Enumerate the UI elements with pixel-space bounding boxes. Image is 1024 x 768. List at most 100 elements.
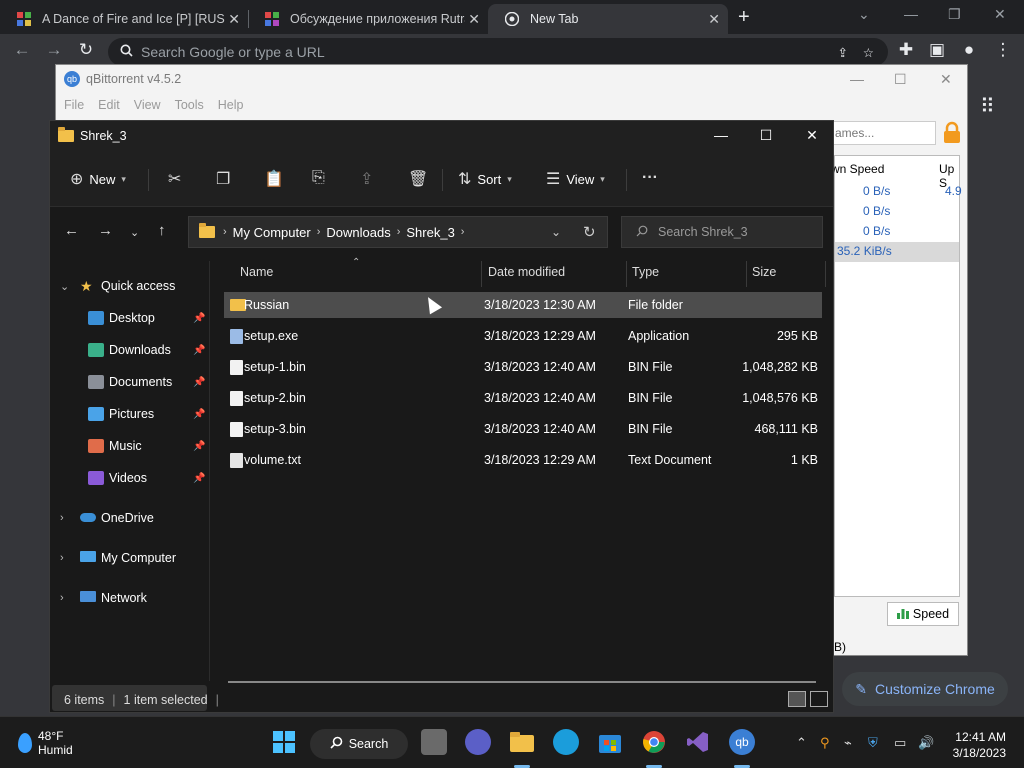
pin-icon[interactable]: 📌 — [193, 345, 205, 356]
qb-menu-tools[interactable]: Tools — [175, 98, 204, 112]
tab-close-icon[interactable]: ✕ — [708, 11, 720, 28]
column-header-type[interactable]: Type — [632, 265, 659, 279]
visual-studio-icon[interactable] — [685, 729, 711, 755]
sidebar-item-music[interactable]: Music 📌 — [50, 433, 208, 459]
weather-widget[interactable]: 48°F Humid — [18, 729, 73, 757]
chrome-tab-newtab[interactable]: New Tab ✕ — [488, 4, 728, 34]
task-view-icon[interactable] — [421, 729, 447, 755]
explorer-search-input[interactable]: Search Shrek_3 — [621, 216, 823, 248]
cut-button[interactable]: ✂ — [168, 169, 181, 189]
lock-icon[interactable] — [942, 121, 962, 145]
sidebar-item-downloads[interactable]: Downloads 📌 — [50, 337, 208, 363]
display-icon[interactable]: ▭ — [894, 735, 906, 751]
restore-icon[interactable]: ❐ — [948, 6, 961, 23]
start-button[interactable] — [271, 729, 297, 755]
search-tray-icon[interactable]: ⚲ — [820, 735, 830, 751]
column-header-date[interactable]: Date modified — [488, 265, 565, 279]
omnibox[interactable]: Search Google or type a URL ⇪ ☆ — [108, 38, 888, 66]
file-row[interactable]: setup-3.bin 3/18/2023 12:40 AM BIN File 468… — [224, 416, 822, 442]
chrome-tab-rutracker[interactable]: Обсуждение приложения Rutra ✕ — [248, 4, 488, 34]
tab-close-icon[interactable]: ✕ — [468, 11, 480, 28]
qb-minimize-icon[interactable]: — — [850, 71, 864, 87]
column-divider[interactable] — [825, 261, 826, 287]
new-tab-button[interactable]: + — [738, 6, 750, 29]
store-icon[interactable] — [597, 729, 623, 755]
up-icon[interactable]: ↑ — [158, 222, 166, 239]
qb-col-down-speed[interactable]: wn Speed — [831, 162, 884, 176]
new-button[interactable]: ⊕ New ▾ — [70, 169, 126, 189]
share-icon[interactable]: ⇪ — [838, 45, 848, 60]
qb-maximize-icon[interactable]: ☐ — [894, 71, 907, 88]
column-header-size[interactable]: Size — [752, 265, 776, 279]
file-row[interactable]: setup-1.bin 3/18/2023 12:40 AM BIN File 1,0… — [224, 354, 822, 380]
column-header-name[interactable]: Name — [240, 265, 273, 279]
minimize-icon[interactable]: — — [706, 127, 736, 143]
more-options-button[interactable]: ··· — [642, 169, 658, 187]
teams-chat-icon[interactable] — [465, 729, 491, 755]
volume-icon[interactable]: 🔊 — [918, 735, 934, 751]
qb-menu-file[interactable]: File — [64, 98, 84, 112]
sidebar-item-network[interactable]: › Network — [50, 585, 208, 611]
sidebar-item-quick-access[interactable]: ⌄ ★ Quick access — [50, 273, 208, 299]
sort-button[interactable]: ⇅ Sort ▾ — [458, 169, 512, 189]
forward-icon[interactable]: → — [98, 222, 113, 239]
bookmark-star-icon[interactable]: ☆ — [863, 45, 874, 60]
breadcrumb-shrek3[interactable]: Shrek_3 — [406, 225, 454, 240]
details-view-icon[interactable] — [788, 691, 806, 707]
qb-close-icon[interactable]: ✕ — [940, 71, 952, 88]
file-row[interactable]: setup-2.bin 3/18/2023 12:40 AM BIN File 1,0… — [224, 385, 822, 411]
tiles-view-icon[interactable] — [810, 691, 828, 707]
qb-menu-edit[interactable]: Edit — [98, 98, 120, 112]
pin-icon[interactable]: 📌 — [193, 377, 205, 388]
minimize-icon[interactable]: — — [904, 6, 918, 22]
qb-menu-help[interactable]: Help — [218, 98, 244, 112]
breadcrumb-my-computer[interactable]: My Computer — [233, 225, 311, 240]
pin-icon[interactable]: 📌 — [193, 313, 205, 324]
reload-icon[interactable]: ↻ — [74, 40, 98, 60]
breadcrumb-downloads[interactable]: Downloads — [326, 225, 390, 240]
share-button[interactable]: ⇪ — [360, 169, 373, 189]
extensions-icon[interactable]: ✚ — [894, 40, 918, 60]
pin-icon[interactable]: 📌 — [193, 473, 205, 484]
file-explorer-taskbar-icon[interactable] — [509, 729, 535, 755]
network-off-icon[interactable]: ⌁ — [844, 735, 852, 751]
shield-icon[interactable]: ⛨ — [868, 735, 878, 751]
tray-overflow-icon[interactable]: ⌃ — [796, 735, 807, 751]
sidebar-item-my-computer[interactable]: › My Computer — [50, 545, 208, 571]
pin-icon[interactable]: 📌 — [193, 441, 205, 452]
chrome-menu-icon[interactable]: ⋮ — [991, 40, 1015, 60]
copy-button[interactable]: ❐ — [216, 169, 230, 189]
rename-button[interactable]: ⎘ — [312, 169, 325, 187]
qb-speed-button[interactable]: Speed — [887, 602, 959, 626]
column-divider[interactable] — [746, 261, 747, 287]
apps-grid-icon[interactable]: ⠿ — [980, 94, 995, 119]
view-button[interactable]: ☰ View ▾ — [546, 169, 605, 189]
qbittorrent-taskbar-icon[interactable]: qb — [729, 729, 755, 755]
close-icon[interactable]: ✕ — [994, 6, 1006, 23]
file-row[interactable]: volume.txt 3/18/2023 12:29 AM Text Documen… — [224, 447, 822, 473]
chevron-down-icon[interactable]: ⌄ — [858, 6, 870, 23]
address-dropdown-icon[interactable]: ⌄ — [551, 225, 561, 239]
customize-chrome-button[interactable]: ✎ Customize Chrome — [842, 672, 1008, 706]
close-icon[interactable]: ✕ — [797, 127, 827, 144]
horizontal-scrollbar[interactable] — [228, 681, 816, 683]
maximize-icon[interactable]: ☐ — [751, 127, 781, 144]
paste-button[interactable]: 📋 — [264, 169, 284, 189]
chrome-tab-adofai[interactable]: A Dance of Fire and Ice [P] [RUS ✕ — [0, 4, 248, 34]
sidebar-item-videos[interactable]: Videos 📌 — [50, 465, 208, 491]
qb-search-input[interactable]: ames... — [832, 121, 936, 145]
profile-icon[interactable]: ● — [957, 40, 981, 60]
delete-button[interactable]: 🗑 — [408, 169, 428, 189]
back-icon[interactable]: ← — [64, 222, 79, 239]
edge-icon[interactable] — [553, 729, 579, 755]
file-row[interactable]: Russian 3/18/2023 12:30 AM File folder — [224, 292, 822, 318]
side-panel-icon[interactable]: ▣ — [925, 40, 949, 60]
sidebar-item-documents[interactable]: Documents 📌 — [50, 369, 208, 395]
chrome-taskbar-icon[interactable] — [641, 729, 667, 755]
taskbar-search-button[interactable]: Search — [310, 729, 408, 759]
address-bar[interactable]: › My Computer › Downloads › Shrek_3 › ⌄ … — [188, 216, 608, 248]
qb-menu-view[interactable]: View — [134, 98, 161, 112]
column-divider[interactable] — [626, 261, 627, 287]
tab-close-icon[interactable]: ✕ — [228, 11, 240, 28]
sidebar-item-onedrive[interactable]: › OneDrive — [50, 505, 208, 531]
